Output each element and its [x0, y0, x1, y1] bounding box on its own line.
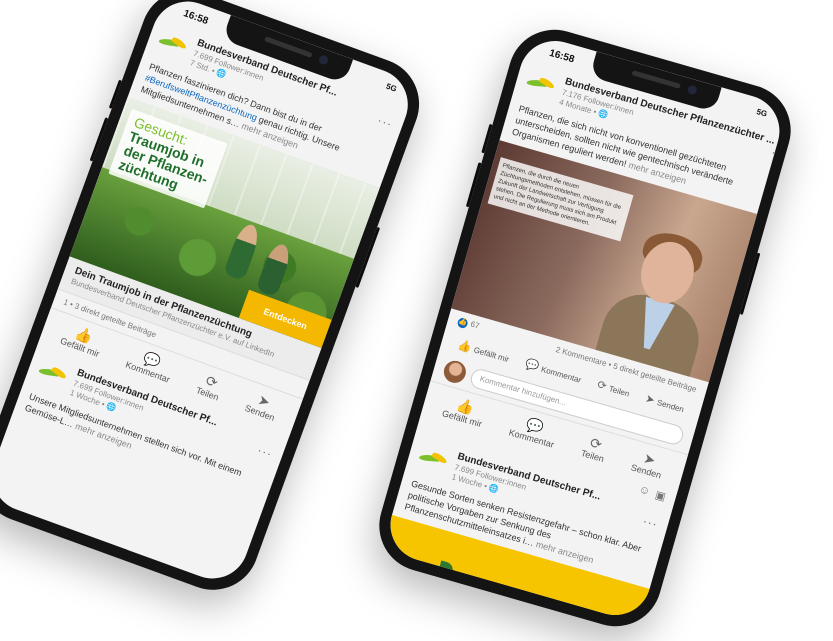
comment-button[interactable]: 💬 Kommentar: [124, 344, 177, 384]
status-time: 16:58: [547, 47, 576, 66]
avatar[interactable]: [441, 358, 469, 386]
share-label: Teilen: [194, 385, 221, 403]
like-label: Gefällt mir: [472, 344, 511, 364]
share-button[interactable]: ⟳ Teilen: [195, 370, 226, 402]
send-button[interactable]: ➤ Senden: [244, 388, 282, 423]
volume-button: [108, 79, 122, 109]
company-logo-icon: [525, 75, 558, 97]
like-count: 67: [469, 319, 481, 331]
left-phone-frame: 16:58 5G Bundesverband Deutscher Pf... 7…: [0, 0, 433, 603]
mockup-stage: 16:58 5G Bundesverband Deutscher Pf... 7…: [0, 0, 833, 641]
leaf-icon: [437, 560, 455, 578]
network-indicator: 5G: [384, 81, 398, 94]
share-label: Teilen: [607, 383, 631, 399]
send-label: Senden: [656, 397, 686, 414]
more-options-icon[interactable]: ···: [376, 113, 395, 131]
company-logo-icon: [417, 450, 450, 472]
more-options-icon[interactable]: ···: [770, 145, 788, 163]
thumbs-up-icon: 👍: [456, 338, 473, 355]
like-button[interactable]: 👍 Gefällt mir: [441, 393, 488, 429]
comment-button[interactable]: 💬 Kommentar: [508, 412, 560, 450]
company-logo-icon: [157, 33, 190, 56]
share-button[interactable]: ⟳ Teilen: [580, 433, 610, 464]
share-label: Teilen: [579, 447, 606, 465]
volume-button: [465, 162, 482, 208]
volume-button: [481, 123, 493, 154]
comment-icon: 💬: [523, 358, 541, 374]
send-icon: ➤: [643, 392, 657, 407]
right-phone-frame: 16:58 5G Bundesverband Deutscher Pflanze…: [368, 18, 802, 638]
comment-label: Kommentar: [540, 364, 583, 385]
more-options-icon[interactable]: ···: [256, 443, 275, 461]
company-logo-icon: [37, 363, 70, 386]
like-reaction-icon: 👍: [456, 316, 469, 330]
left-phone-screen: 16:58 5G Bundesverband Deutscher Pf... 7…: [0, 0, 418, 589]
send-button[interactable]: ➤ Senden: [630, 447, 667, 481]
like-count-group[interactable]: 👍 67: [456, 316, 481, 333]
emoji-icon[interactable]: ☺: [637, 483, 651, 499]
more-options-icon[interactable]: ···: [641, 514, 659, 532]
repost-icon: ⟳: [595, 378, 608, 393]
right-phone-screen: 16:58 5G Bundesverband Deutscher Pflanze…: [382, 32, 788, 624]
like-button[interactable]: 👍 Gefällt mir: [59, 321, 106, 359]
network-indicator: 5G: [755, 107, 769, 119]
status-time: 16:58: [181, 8, 210, 28]
image-icon[interactable]: ▣: [654, 488, 668, 503]
